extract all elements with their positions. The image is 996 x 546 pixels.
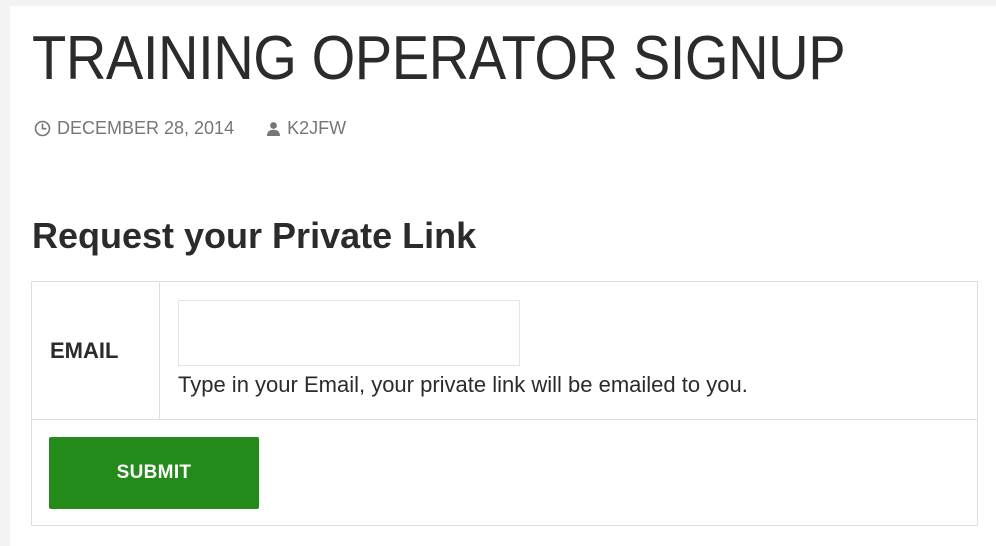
post-date-link[interactable]: DECEMBER 28, 2014	[34, 118, 234, 139]
user-icon	[266, 121, 281, 137]
post-title: TRAINING OPERATOR SIGNUP	[32, 24, 846, 93]
post-content: TRAINING OPERATOR SIGNUP DECEMBER 28, 20…	[10, 6, 996, 546]
email-label-cell: EMAIL	[32, 282, 160, 419]
post-date: DECEMBER 28, 2014	[57, 118, 235, 138]
email-row: EMAIL Type in your Email, your private l…	[32, 282, 977, 420]
post-author: K2JFW	[287, 118, 347, 138]
page: TRAINING OPERATOR SIGNUP DECEMBER 28, 20…	[0, 0, 996, 546]
clock-icon	[34, 120, 51, 137]
post-author-link[interactable]: K2JFW	[266, 118, 346, 139]
email-field[interactable]	[178, 300, 520, 366]
email-help-text: Type in your Email, your private link wi…	[178, 372, 748, 397]
submit-button[interactable]: SUBMIT	[49, 437, 259, 509]
post-meta: DECEMBER 28, 2014 K2JFW	[34, 118, 346, 139]
form-heading: Request your Private Link	[32, 215, 477, 256]
private-link-form: EMAIL Type in your Email, your private l…	[31, 281, 978, 526]
email-label: EMAIL	[50, 337, 119, 363]
